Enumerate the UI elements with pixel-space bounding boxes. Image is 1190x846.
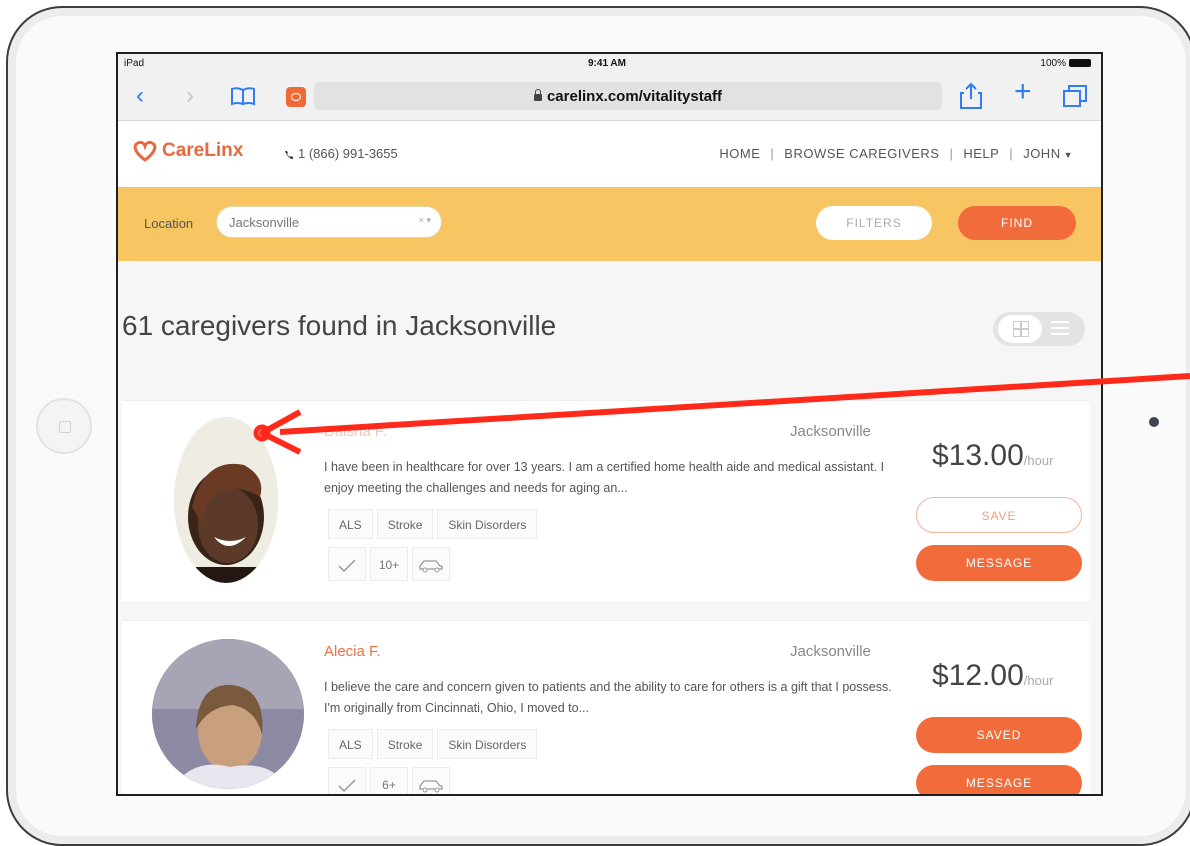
location-value: Jacksonville — [229, 215, 300, 230]
screen: iPad 9:41 AM 100% ‹ › carelinx.com/vital… — [116, 52, 1103, 796]
grid-view-icon[interactable] — [998, 315, 1042, 343]
nav-separator: | — [1009, 146, 1014, 161]
search-bar: Location Jacksonville × ▾ FILTERS FIND — [118, 187, 1101, 261]
nav-user-menu[interactable]: JOHN ▼ — [1023, 146, 1073, 161]
nav-help[interactable]: HELP — [963, 146, 999, 161]
caregiver-name[interactable]: Alecia F. — [324, 643, 381, 660]
caregiver-badges: 6+ — [328, 767, 454, 794]
tabs-icon[interactable] — [1062, 84, 1088, 108]
caregiver-city: Jacksonville — [790, 423, 871, 440]
battery-icon — [1069, 59, 1091, 68]
specialty-tag: Stroke — [376, 509, 434, 539]
save-button[interactable]: SAVE — [916, 497, 1082, 533]
lock-icon — [533, 88, 542, 101]
status-bar: iPad 9:41 AM 100% — [118, 54, 1101, 76]
nav-home[interactable]: HOME — [719, 146, 760, 161]
caregiver-card[interactable]: Alecia F. Jacksonville I believe the car… — [122, 620, 1090, 794]
site-header: CareLinx 1 (866) 991-3655 HOME | BROWSE CA… — [118, 121, 1101, 187]
message-button[interactable]: MESSAGE — [916, 545, 1082, 581]
specialty-tags: ALS Stroke Skin Disorders — [328, 509, 541, 539]
car-icon — [412, 547, 450, 581]
rate-unit: /hour — [1023, 453, 1054, 468]
message-button[interactable]: MESSAGE — [916, 765, 1082, 794]
specialty-tag: ALS — [328, 729, 373, 759]
hourly-rate: $12.00/hour — [932, 659, 1053, 693]
chevron-down-icon: ▼ — [1063, 150, 1073, 160]
find-button[interactable]: FIND — [958, 206, 1076, 240]
status-time: 9:41 AM — [588, 58, 626, 69]
specialty-tags: ALS Stroke Skin Disorders — [328, 729, 541, 759]
location-input[interactable]: Jacksonville × ▾ — [216, 206, 442, 238]
verified-check-icon — [328, 767, 366, 794]
car-icon — [412, 767, 450, 794]
nav-separator: | — [949, 146, 954, 161]
carrier-label: iPad — [124, 58, 145, 69]
caregiver-name[interactable]: Daisha F. — [324, 423, 387, 440]
rate-unit: /hour — [1023, 673, 1054, 688]
caregiver-city: Jacksonville — [790, 643, 871, 660]
nav-user-name: JOHN — [1023, 146, 1061, 161]
caregiver-photo[interactable] — [174, 417, 278, 583]
filters-button[interactable]: FILTERS — [816, 206, 932, 240]
phone-text: 1 (866) 991-3655 — [298, 146, 398, 161]
location-label: Location — [144, 216, 194, 231]
rate-amount: $13.00 — [932, 439, 1024, 472]
logo-text: CareLinx — [162, 140, 244, 162]
specialty-tag: Stroke — [376, 729, 434, 759]
top-navigation: HOME | BROWSE CAREGIVERS | HELP | JOHN ▼ — [719, 146, 1073, 161]
heart-logo-icon — [133, 140, 157, 162]
verified-check-icon — [328, 547, 366, 581]
caregiver-bio: I have been in healthcare for over 13 ye… — [324, 460, 885, 495]
list-view-icon[interactable] — [1051, 321, 1069, 337]
nav-browse-caregivers[interactable]: BROWSE CAREGIVERS — [784, 146, 939, 161]
experience-badge: 6+ — [370, 767, 408, 794]
url-text: carelinx.com/vitalitystaff — [546, 88, 723, 105]
back-icon[interactable]: ‹ — [136, 84, 144, 108]
caregiver-badges: 10+ — [328, 547, 454, 581]
carelinx-favicon — [286, 87, 306, 107]
new-tab-icon[interactable]: + — [1014, 77, 1032, 107]
browser-toolbar: ‹ › carelinx.com/vitalitystaff ↻ + — [118, 74, 1101, 121]
rate-amount: $12.00 — [932, 659, 1024, 692]
clear-dropdown-icon[interactable]: × ▾ — [419, 215, 431, 226]
specialty-tag: Skin Disorders — [437, 509, 538, 539]
address-bar[interactable]: carelinx.com/vitalitystaff ↻ — [314, 82, 942, 110]
specialty-tag: ALS — [328, 509, 373, 539]
caregiver-photo[interactable] — [152, 639, 304, 789]
carelinx-logo[interactable]: CareLinx — [132, 140, 243, 162]
forward-icon[interactable]: › — [186, 84, 194, 108]
share-icon[interactable] — [960, 82, 982, 115]
view-toggle[interactable] — [993, 312, 1085, 346]
battery-percent: 100% — [1040, 58, 1066, 69]
phone-number[interactable]: 1 (866) 991-3655 — [284, 146, 398, 161]
experience-badge: 10+ — [370, 547, 408, 581]
front-camera — [1149, 417, 1159, 427]
hourly-rate: $13.00/hour — [932, 439, 1053, 473]
saved-button[interactable]: SAVED — [916, 717, 1082, 753]
home-button[interactable] — [36, 398, 92, 454]
phone-icon — [285, 150, 293, 159]
results-heading: 61 caregivers found in Jacksonville — [122, 310, 557, 341]
specialty-tag: Skin Disorders — [437, 729, 538, 759]
battery-indicator: 100% — [1040, 58, 1091, 69]
caregiver-bio: I believe the care and concern given to … — [324, 680, 892, 715]
nav-separator: | — [770, 146, 775, 161]
caregiver-card[interactable]: Daisha F. Jacksonville I have been in he… — [122, 400, 1090, 601]
bookmarks-icon[interactable] — [230, 86, 256, 106]
